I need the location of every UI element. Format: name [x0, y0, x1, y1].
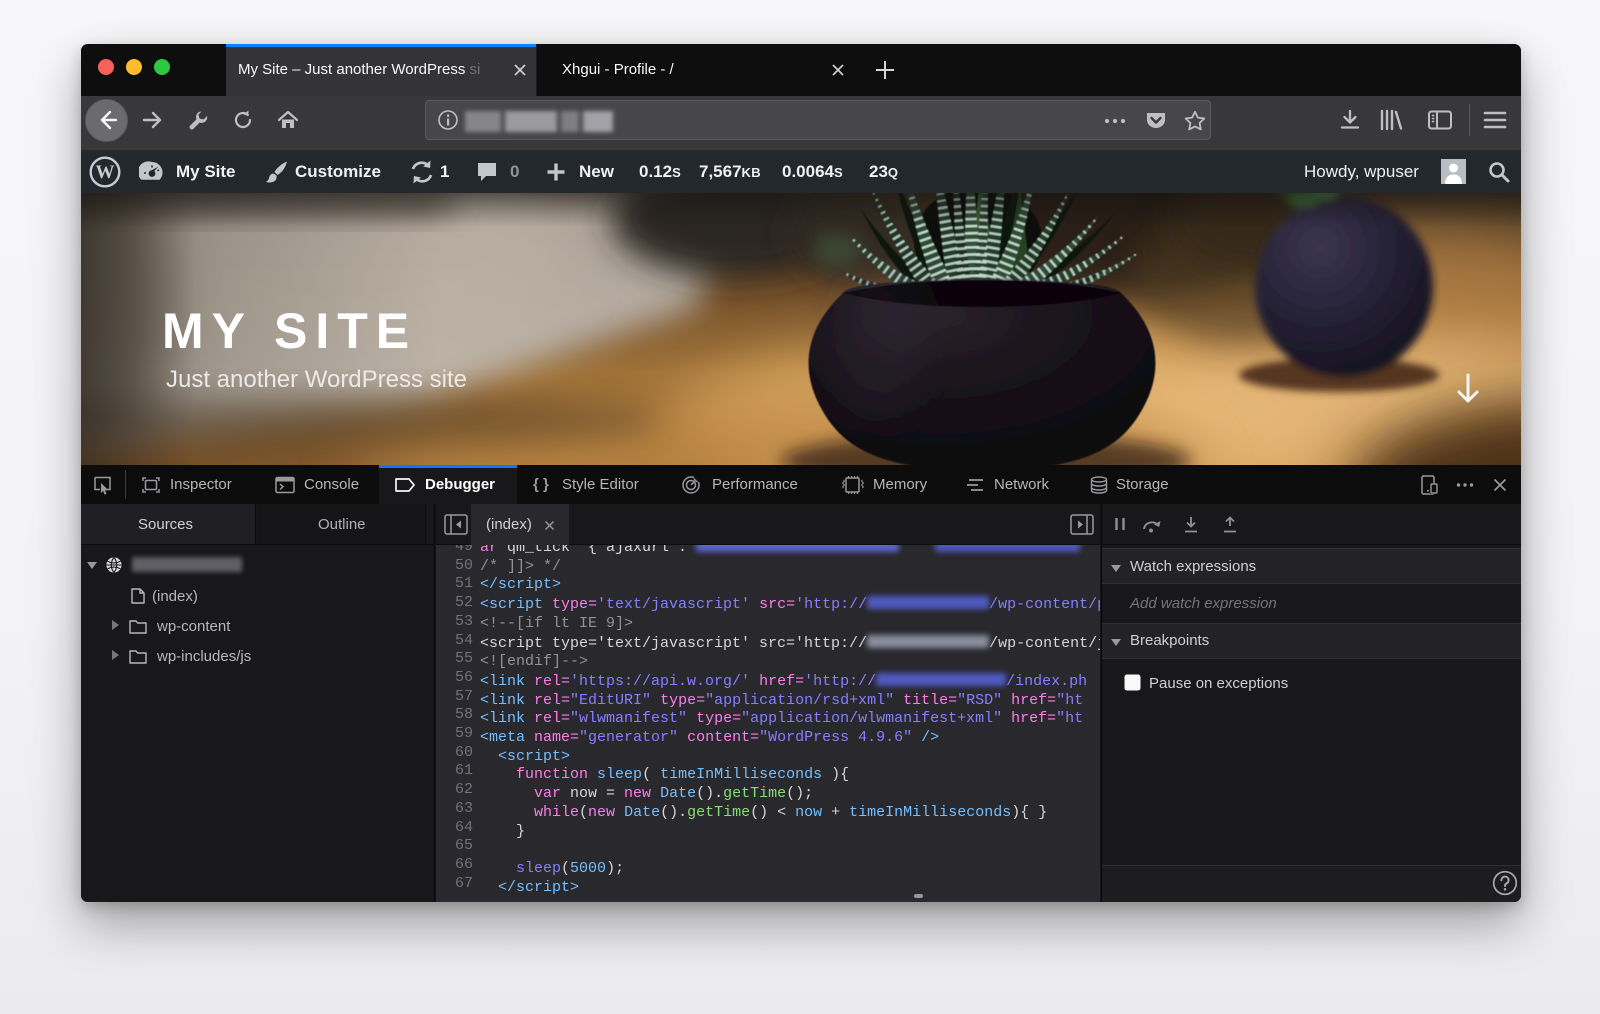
svg-text:W: W	[96, 162, 115, 183]
